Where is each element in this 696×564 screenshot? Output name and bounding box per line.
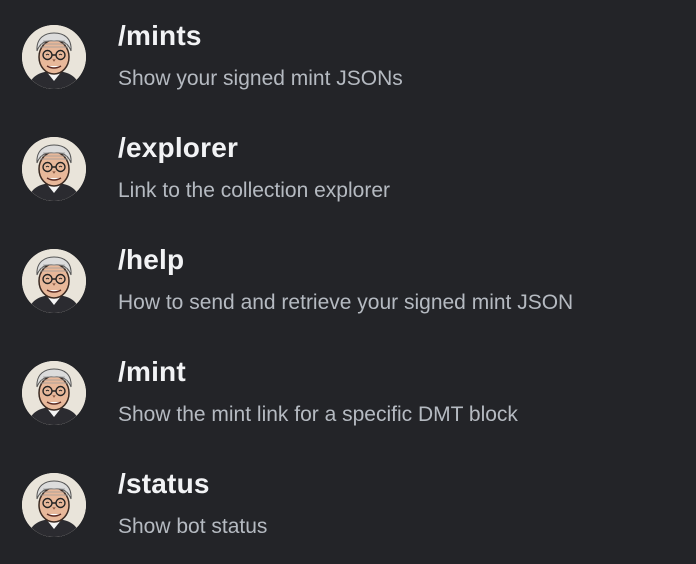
command-name: /help (118, 244, 185, 275)
command-item-explorer[interactable]: /explorer Link to the collection explore… (0, 112, 696, 224)
old-man-avatar-icon (22, 249, 86, 313)
bot-avatar (22, 249, 86, 313)
bot-avatar (22, 361, 86, 425)
command-item-status[interactable]: /status Show bot status (0, 448, 696, 560)
command-description: How to send and retrieve your signed min… (118, 291, 574, 314)
command-item-mint[interactable]: /mint Show the mint link for a specific … (0, 336, 696, 448)
old-man-avatar-icon (22, 25, 86, 89)
bot-avatar (22, 25, 86, 89)
old-man-avatar-icon (22, 137, 86, 201)
bot-avatar (22, 137, 86, 201)
command-item-mints[interactable]: /mints Show your signed mint JSONs (0, 0, 696, 112)
old-man-avatar-icon (22, 361, 86, 425)
command-list: /mints Show your signed mint JSONs /expl… (0, 0, 696, 564)
command-name: /status (118, 468, 210, 499)
bot-avatar (22, 473, 86, 537)
command-name: /mints (118, 20, 202, 51)
command-name: /explorer (118, 132, 239, 163)
command-name: /mint (118, 356, 186, 387)
old-man-avatar-icon (22, 473, 86, 537)
command-description: Show your signed mint JSONs (118, 67, 403, 90)
command-item-help[interactable]: /help How to send and retrieve your sign… (0, 224, 696, 336)
command-description: Link to the collection explorer (118, 179, 390, 202)
command-description: Show bot status (118, 515, 268, 538)
command-description: Show the mint link for a specific DMT bl… (118, 403, 518, 426)
